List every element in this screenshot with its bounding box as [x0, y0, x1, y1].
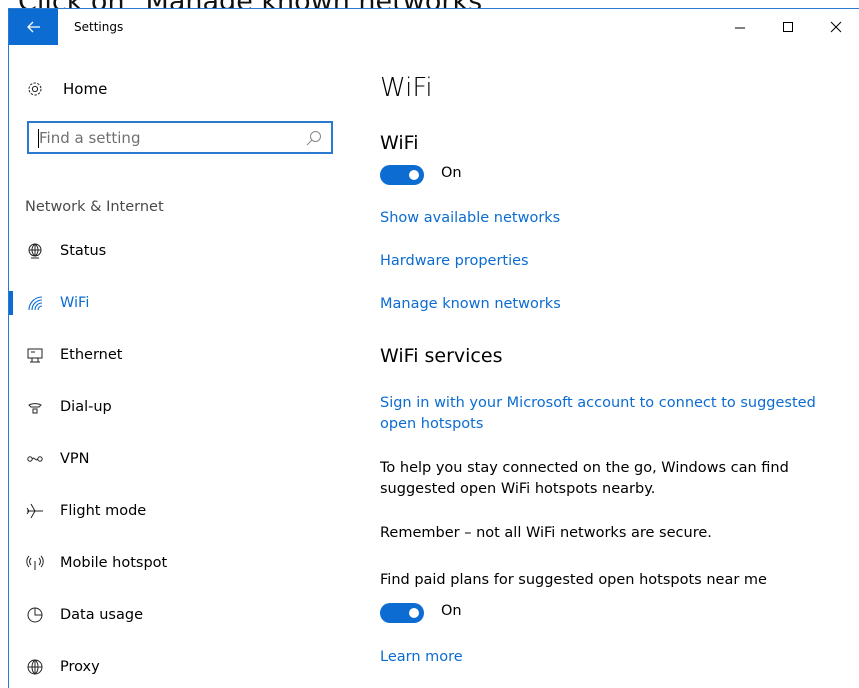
learn-more-link[interactable]: Learn more: [380, 647, 830, 668]
data-usage-icon: [23, 603, 47, 627]
sidebar-item-vpn[interactable]: VPN: [9, 439, 339, 479]
main-content: WiFi WiFi On Show available networks Har…: [380, 9, 850, 688]
section-header: Network & Internet: [25, 199, 164, 215]
sidebar-item-label: Data usage: [60, 607, 143, 623]
search-placeholder: Find a setting: [39, 129, 141, 147]
sidebar-item-ethernet[interactable]: Ethernet: [9, 335, 339, 375]
paid-plans-toggle[interactable]: [380, 603, 424, 623]
back-arrow-icon: [26, 21, 40, 33]
sidebar-item-label: Status: [60, 243, 107, 259]
sidebar-item-data-usage[interactable]: Data usage: [9, 595, 339, 635]
sidebar-item-flight-mode[interactable]: Flight mode: [9, 491, 339, 531]
sidebar-item-label: Flight mode: [60, 503, 147, 519]
selection-indicator: [9, 291, 13, 315]
microsoft-signin-link[interactable]: Sign in with your Microsoft account to c…: [380, 393, 820, 435]
manage-known-networks-link[interactable]: Manage known networks: [380, 294, 830, 315]
sidebar-item-label: VPN: [60, 451, 90, 467]
help-text: To help you stay connected on the go, Wi…: [380, 460, 789, 497]
remember-text: Remember – not all WiFi networks are sec…: [380, 525, 712, 541]
wifi-toggle[interactable]: [380, 165, 424, 185]
wifi-services-title: WiFi services: [380, 345, 503, 367]
dialup-icon: [23, 395, 47, 419]
hotspot-icon: [23, 551, 47, 575]
gear-icon: [23, 77, 47, 101]
sidebar-item-label: Ethernet: [60, 347, 123, 363]
nav-home[interactable]: Home: [23, 75, 323, 103]
search-icon: [306, 131, 321, 146]
sidebar-item-dialup[interactable]: Dial-up: [9, 387, 339, 427]
paid-plans-toggle-label: On: [441, 603, 462, 619]
sidebar-item-proxy[interactable]: Proxy: [9, 647, 339, 687]
wifi-icon: [23, 291, 47, 315]
sidebar-item-label: Dial-up: [60, 399, 112, 415]
sidebar-item-wifi[interactable]: WiFi: [9, 283, 339, 323]
wifi-section-title: WiFi: [380, 132, 419, 154]
back-button[interactable]: [9, 9, 58, 45]
toggle-knob: [409, 608, 419, 618]
ethernet-icon: [23, 343, 47, 367]
airplane-icon: [23, 499, 47, 523]
wifi-toggle-label: On: [441, 165, 462, 181]
proxy-globe-icon: [23, 655, 47, 679]
window-title: Settings: [74, 20, 124, 34]
settings-window: Settings Home Find a setting Network & I…: [8, 8, 859, 688]
page-title: WiFi: [380, 73, 433, 103]
vpn-icon: [23, 447, 47, 471]
hardware-properties-link[interactable]: Hardware properties: [380, 251, 830, 272]
sidebar-item-status[interactable]: Status: [9, 231, 339, 271]
toggle-knob: [409, 170, 419, 180]
nav-home-label: Home: [63, 80, 108, 98]
sidebar-item-label: Proxy: [60, 659, 100, 675]
globe-icon: [23, 239, 47, 263]
sidebar-item-label: Mobile hotspot: [60, 555, 168, 571]
search-input[interactable]: Find a setting: [27, 121, 333, 154]
sidebar-item-mobile-hotspot[interactable]: Mobile hotspot: [9, 543, 339, 583]
show-available-networks-link[interactable]: Show available networks: [380, 208, 830, 229]
sidebar-item-label: WiFi: [60, 295, 90, 311]
paid-plans-text: Find paid plans for suggested open hotsp…: [380, 572, 767, 588]
